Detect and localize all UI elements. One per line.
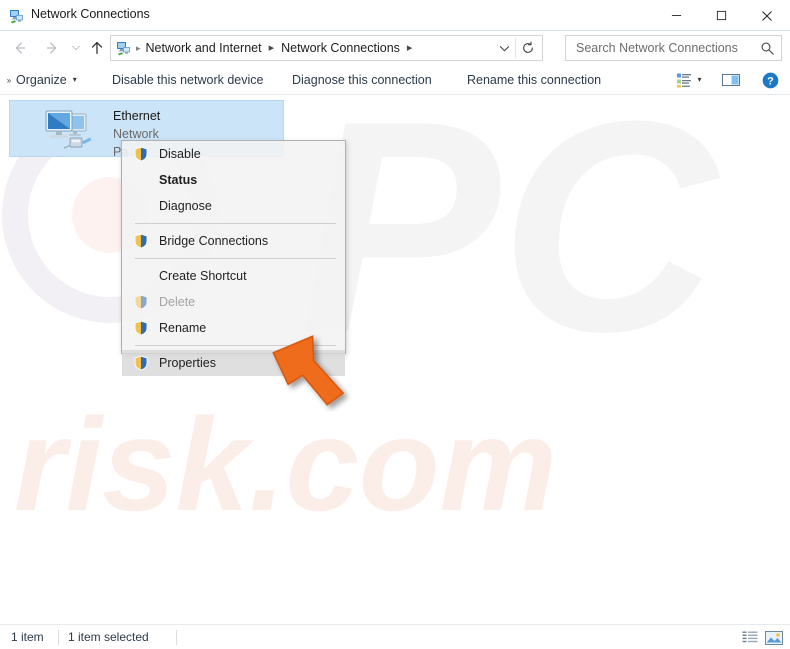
network-connections-icon xyxy=(10,10,23,24)
maximize-icon xyxy=(716,10,727,21)
change-view-icon xyxy=(677,73,692,88)
forward-button[interactable] xyxy=(40,36,64,60)
menu-item-diagnose[interactable]: Diagnose xyxy=(122,193,345,219)
shield-icon xyxy=(134,294,148,310)
network-connections-icon xyxy=(117,42,130,56)
help-button[interactable]: ? xyxy=(756,65,784,95)
context-menu: Disable Status Diagnose Bridge Connectio… xyxy=(121,140,346,376)
address-dropdown-button[interactable] xyxy=(494,36,514,60)
ethernet-adapter-icon xyxy=(45,110,92,149)
shield-icon xyxy=(134,233,148,249)
menu-item-status[interactable]: Status xyxy=(122,167,345,193)
disable-label: Disable this network device xyxy=(112,73,264,87)
arrow-up-icon xyxy=(91,41,103,55)
status-divider-2 xyxy=(176,630,177,645)
menu-icon-placeholder xyxy=(133,198,149,214)
menu-item-label: Diagnose xyxy=(159,198,212,213)
breadcrumb-network-and-internet[interactable]: Network and Internet xyxy=(146,41,262,55)
preview-pane-icon xyxy=(722,74,740,86)
menu-item-properties[interactable]: Properties xyxy=(122,350,345,376)
status-item-count: 1 item xyxy=(11,630,44,644)
chevron-down-icon: ▾ xyxy=(697,75,702,84)
rename-connection-button[interactable]: Rename this connection xyxy=(467,65,601,95)
menu-item-label: Delete xyxy=(159,294,196,309)
disable-network-device-button[interactable]: Disable this network device xyxy=(112,65,263,95)
organize-button[interactable]: Organize ▾ xyxy=(16,65,77,95)
refresh-icon xyxy=(523,41,533,53)
status-selection: 1 item selected xyxy=(68,630,149,644)
minimize-button[interactable] xyxy=(654,0,699,31)
details-view-button[interactable] xyxy=(740,629,760,647)
chevron-down-icon xyxy=(72,45,80,51)
chevron-down-icon xyxy=(499,45,509,51)
menu-item-label: Status xyxy=(159,172,198,187)
shield-icon xyxy=(134,355,148,371)
breadcrumb-arrow-1[interactable]: ▸ xyxy=(269,42,275,54)
file-explorer-window: PC risk.com Network Connections ▸ Networ… xyxy=(0,0,790,649)
window-title: Network Connections xyxy=(31,7,150,21)
menu-separator xyxy=(135,345,336,346)
large-icons-view-icon xyxy=(765,631,783,645)
status-bar: 1 item 1 item selected xyxy=(0,624,790,649)
rename-label: Rename this connection xyxy=(467,73,602,87)
menu-item-create-shortcut[interactable]: Create Shortcut xyxy=(122,263,345,289)
search-input[interactable] xyxy=(574,40,744,56)
help-icon: ? xyxy=(762,72,778,88)
address-bar[interactable]: ▸ Network and Internet ▸ Network Connect… xyxy=(110,35,543,61)
organize-label: Organize xyxy=(16,73,67,87)
chevron-down-icon: ▾ xyxy=(72,75,77,84)
shield-icon xyxy=(134,320,148,336)
menu-item-delete: Delete xyxy=(122,289,345,315)
shield-icon xyxy=(134,146,148,162)
large-icons-view-button[interactable] xyxy=(764,629,784,647)
back-button[interactable] xyxy=(8,36,32,60)
up-button[interactable] xyxy=(86,36,108,60)
command-bar: Organize ▾ Disable this network device D… xyxy=(0,65,790,95)
change-view-button[interactable]: ▾ xyxy=(668,65,710,95)
menu-item-bridge-connections[interactable]: Bridge Connections xyxy=(122,228,345,254)
preview-pane-button[interactable] xyxy=(716,65,746,95)
search-button[interactable] xyxy=(757,38,777,58)
menu-item-label: Bridge Connections xyxy=(159,233,269,248)
diagnose-label: Diagnose this connection xyxy=(292,73,432,87)
menu-item-label: Create Shortcut xyxy=(159,268,247,283)
menu-item-label: Rename xyxy=(159,320,207,335)
status-divider xyxy=(58,630,59,645)
content-pane: Ethernet Network Pa xyxy=(0,95,790,624)
title-bar: Network Connections xyxy=(0,0,790,31)
menu-separator xyxy=(135,223,336,224)
diagnose-connection-button[interactable]: Diagnose this connection xyxy=(292,65,432,95)
menu-icon-placeholder xyxy=(133,172,149,188)
menu-icon-placeholder xyxy=(133,268,149,284)
refresh-button[interactable] xyxy=(516,36,540,60)
commandbar-divider xyxy=(0,94,790,95)
search-box[interactable] xyxy=(565,35,782,61)
details-view-icon xyxy=(742,631,758,643)
maximize-button[interactable] xyxy=(699,0,744,31)
menu-separator xyxy=(135,258,336,259)
recent-locations-button[interactable] xyxy=(66,36,86,60)
menu-item-label: Disable xyxy=(159,146,201,161)
item-network: Network xyxy=(113,127,159,141)
close-button[interactable] xyxy=(744,0,789,31)
arrow-left-icon xyxy=(15,42,26,54)
breadcrumb-root-arrow: ▸ xyxy=(136,42,141,53)
svg-text:?: ? xyxy=(767,75,774,87)
minimize-icon xyxy=(671,15,682,16)
item-name: Ethernet xyxy=(113,109,161,123)
menu-item-label: Properties xyxy=(159,355,216,370)
menu-item-rename[interactable]: Rename xyxy=(122,315,345,341)
search-icon xyxy=(761,42,774,55)
arrow-right-icon xyxy=(46,42,57,54)
menu-item-disable[interactable]: Disable xyxy=(122,141,345,167)
breadcrumb-arrow-2[interactable]: ▸ xyxy=(407,42,413,54)
breadcrumb-network-connections[interactable]: Network Connections xyxy=(281,41,400,55)
close-icon xyxy=(761,10,772,21)
